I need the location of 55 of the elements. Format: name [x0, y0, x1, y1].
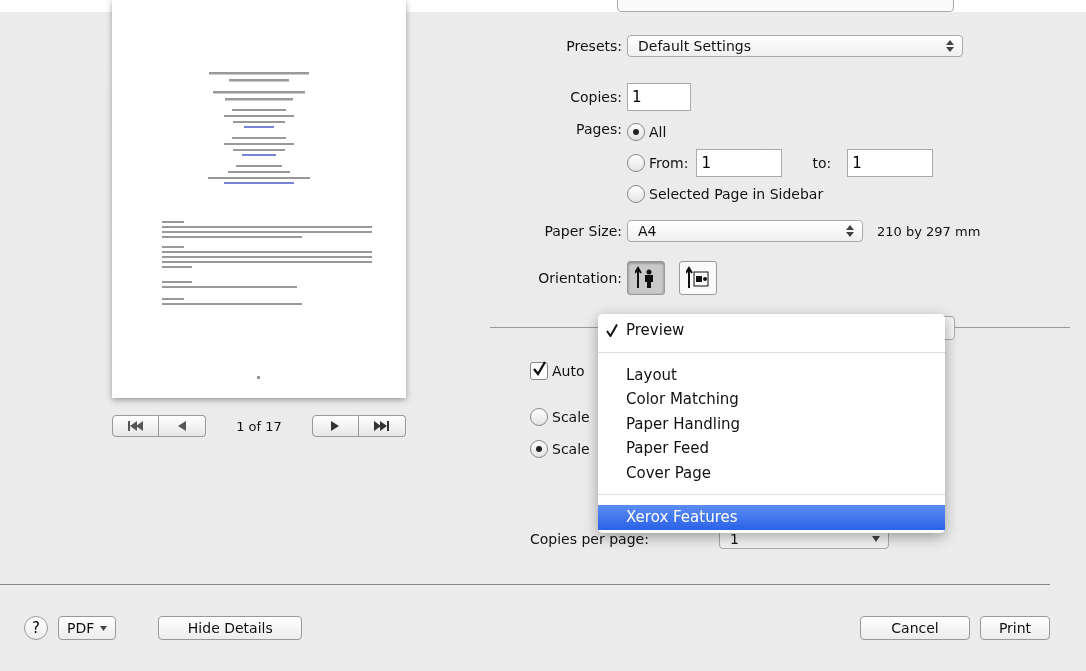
- print-button[interactable]: Print: [980, 616, 1050, 640]
- paper-size-popup[interactable]: A4: [627, 220, 863, 242]
- last-page-icon: [374, 421, 390, 431]
- checkbox-label: Auto: [552, 363, 585, 379]
- radio-label: Selected Page in Sidebar: [649, 185, 824, 202]
- paper-size-label: Paper Size:: [543, 223, 622, 239]
- last-page-button[interactable]: [359, 415, 406, 437]
- radio-button[interactable]: [627, 122, 645, 141]
- presets-label: Presets:: [565, 38, 622, 54]
- from-page-field[interactable]: 1: [696, 148, 783, 177]
- presets-popup[interactable]: Default Settings: [627, 35, 963, 57]
- pdf-menu-button[interactable]: PDF: [58, 616, 117, 640]
- radio-label: Scale: [552, 441, 590, 457]
- copies-field[interactable]: 1: [627, 83, 691, 111]
- pages-label: Pages:: [575, 121, 622, 137]
- radio-button[interactable]: [627, 153, 645, 172]
- paper-dimensions: 210 by 297 mm: [877, 223, 981, 239]
- portrait-button[interactable]: [627, 261, 665, 295]
- menu-item[interactable]: Layout: [598, 362, 945, 387]
- orientation-label: Orientation:: [537, 270, 622, 286]
- previous-page-button[interactable]: [159, 415, 206, 437]
- checkbox[interactable]: [530, 362, 548, 380]
- landscape-person-icon: [686, 266, 710, 290]
- menu-item[interactable]: Paper Feed: [598, 436, 945, 461]
- menu-item[interactable]: Preview: [598, 318, 945, 343]
- copies-per-page-label: Copies per page:: [530, 531, 649, 547]
- checkmark-icon: [606, 323, 618, 337]
- radio-label: All: [649, 123, 667, 140]
- cancel-button[interactable]: Cancel: [860, 616, 970, 640]
- landscape-button[interactable]: [679, 261, 717, 295]
- first-page-icon: [127, 421, 144, 431]
- radio-button[interactable]: [530, 440, 548, 458]
- updown-icon: [846, 225, 854, 237]
- menu-item[interactable]: Xerox Features: [598, 505, 945, 530]
- checkmark-icon: [531, 361, 547, 377]
- first-page-button[interactable]: [112, 415, 159, 437]
- radio-label: Scale: [552, 409, 590, 425]
- radio-button[interactable]: [627, 184, 645, 203]
- help-button[interactable]: ?: [24, 616, 48, 640]
- to-label: to:: [812, 154, 832, 171]
- menu-item[interactable]: Cover Page: [598, 460, 945, 485]
- hide-details-button[interactable]: Hide Details: [158, 616, 303, 640]
- menu-item[interactable]: Color Matching: [598, 387, 945, 412]
- dropdown-arrow-icon: [871, 536, 880, 542]
- dropdown-arrow-icon: [100, 625, 108, 631]
- page-counter: 1 of 17: [236, 418, 282, 434]
- copies-label: Copies:: [569, 89, 622, 105]
- next-page-icon: [330, 421, 341, 431]
- next-page-button[interactable]: [312, 415, 359, 437]
- updown-icon: [946, 40, 954, 52]
- to-page-field[interactable]: 1: [847, 148, 934, 177]
- previous-page-icon: [177, 421, 187, 431]
- radio-button[interactable]: [530, 408, 548, 426]
- menu-item[interactable]: Paper Handling: [598, 411, 945, 436]
- radio-label: From:: [649, 154, 689, 171]
